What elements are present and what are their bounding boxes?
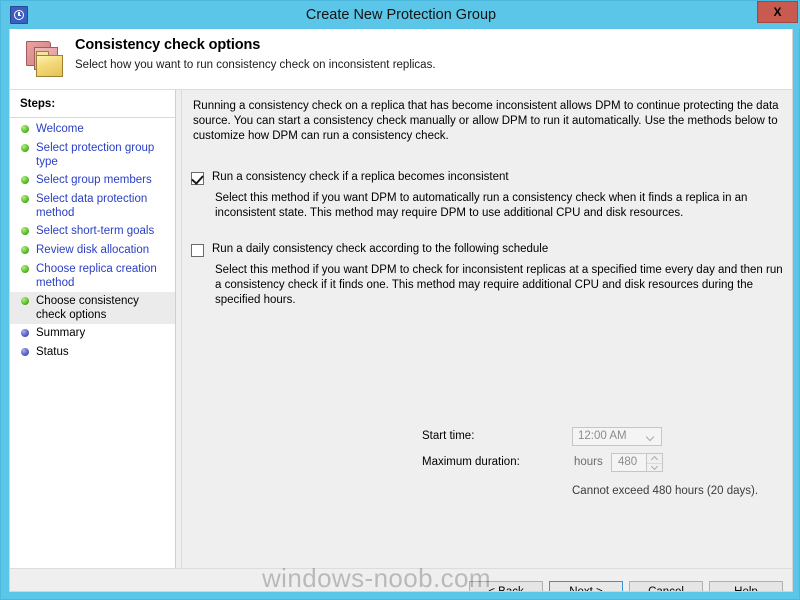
sidebar-item-label: Review disk allocation: [36, 244, 150, 256]
content-inner: Running a consistency check on a replica…: [181, 90, 792, 568]
max-duration-stepper[interactable]: 480: [611, 453, 663, 472]
intro-text: Running a consistency check on a replica…: [193, 100, 779, 143]
step-bullet-icon: [21, 195, 29, 203]
sidebar-item-select-protection-group-type[interactable]: Select protection group type: [10, 139, 175, 171]
dialog-window: Create New Protection Group X Consistenc…: [0, 0, 800, 600]
help-button[interactable]: Help: [709, 581, 783, 591]
page-title: Consistency check options: [75, 37, 261, 53]
steps-sidebar: Steps: Welcome Select protection group t…: [10, 90, 176, 568]
start-time-label: Start time:: [422, 430, 475, 442]
sidebar-item-select-data-protection-method[interactable]: Select data protection method: [10, 190, 175, 222]
sidebar-item-label: Select data protection method: [36, 193, 148, 219]
step-bullet-icon: [21, 348, 29, 356]
close-icon[interactable]: X: [757, 1, 798, 23]
step-bullet-icon: [21, 297, 29, 305]
steps-divider: [10, 117, 175, 118]
checkmark-icon: [191, 172, 204, 185]
option-daily-label[interactable]: Run a daily consistency check according …: [212, 243, 548, 255]
sidebar-item-select-short-term-goals[interactable]: Select short-term goals: [10, 222, 175, 241]
step-bullet-icon: [21, 329, 29, 337]
protection-group-folders-icon: [22, 37, 68, 81]
sidebar-item-label: Choose replica creation method: [36, 263, 157, 289]
content-panel: Running a consistency check on a replica…: [176, 90, 792, 568]
sidebar-item-summary[interactable]: Summary: [10, 324, 175, 343]
step-bullet-icon: [21, 125, 29, 133]
sidebar-item-label: Select protection group type: [36, 142, 155, 168]
sidebar-item-choose-consistency-check-options[interactable]: Choose consistency check options: [10, 292, 175, 324]
option-auto-label[interactable]: Run a consistency check if a replica bec…: [212, 171, 509, 183]
sidebar-item-label: Choose consistency check options: [36, 295, 139, 321]
sidebar-item-label: Select short-term goals: [36, 225, 155, 237]
steps-list: Welcome Select protection group type Sel…: [10, 120, 175, 362]
option-daily-description: Select this method if you want DPM to ch…: [215, 264, 783, 307]
page-subtitle: Select how you want to run consistency c…: [75, 59, 436, 71]
sidebar-item-label: Summary: [36, 327, 86, 339]
max-duration-label: Maximum duration:: [422, 456, 520, 468]
window-title: Create New Protection Group: [305, 7, 497, 23]
max-duration-value: 480: [618, 456, 638, 468]
sidebar-item-review-disk-allocation[interactable]: Review disk allocation: [10, 241, 175, 260]
sidebar-item-choose-replica-creation-method[interactable]: Choose replica creation method: [10, 260, 175, 292]
sidebar-item-select-group-members[interactable]: Select group members: [10, 171, 175, 190]
sidebar-item-label: Welcome: [36, 123, 84, 135]
dialog-client-area: Consistency check options Select how you…: [9, 29, 793, 592]
checkbox-auto-consistency-check[interactable]: [191, 172, 204, 185]
chevron-down-icon[interactable]: [647, 463, 662, 471]
title-bar: Create New Protection Group X: [1, 1, 800, 29]
page-header: Consistency check options Select how you…: [10, 29, 792, 90]
stepper-buttons[interactable]: [646, 454, 662, 471]
back-button[interactable]: < Back: [469, 581, 543, 591]
step-bullet-icon: [21, 246, 29, 254]
steps-heading: Steps:: [20, 98, 56, 110]
cancel-button[interactable]: Cancel: [629, 581, 703, 591]
option-auto-description: Select this method if you want DPM to au…: [215, 192, 748, 220]
start-time-value: 12:00 AM: [578, 430, 627, 442]
checkbox-daily-consistency-check[interactable]: [191, 244, 204, 257]
step-bullet-icon: [21, 227, 29, 235]
chevron-up-icon[interactable]: [647, 454, 662, 462]
sidebar-item-label: Status: [36, 346, 69, 358]
hours-unit-label: hours: [574, 456, 603, 468]
step-bullet-icon: [21, 176, 29, 184]
sidebar-item-label: Select group members: [36, 174, 152, 186]
sidebar-item-welcome[interactable]: Welcome: [10, 120, 175, 139]
chevron-down-icon: [647, 434, 654, 438]
footer-bar: < Back Next > Cancel Help: [10, 569, 792, 591]
step-bullet-icon: [21, 265, 29, 273]
max-duration-note: Cannot exceed 480 hours (20 days).: [572, 485, 759, 497]
start-time-dropdown[interactable]: 12:00 AM: [572, 427, 662, 446]
sidebar-item-status[interactable]: Status: [10, 343, 175, 362]
step-bullet-icon: [21, 144, 29, 152]
next-button[interactable]: Next >: [549, 581, 623, 591]
